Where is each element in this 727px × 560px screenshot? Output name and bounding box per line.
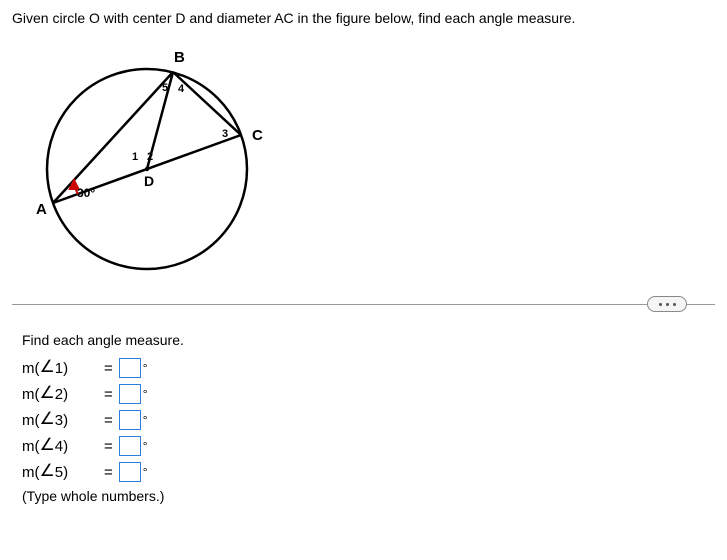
answer-row: m(∠4) = °	[22, 436, 715, 456]
angle-2-input[interactable]	[119, 384, 141, 404]
label-ang5: 5	[162, 82, 168, 94]
answer-label-1: m(∠1)	[22, 358, 102, 378]
label-ang1: 1	[132, 151, 138, 163]
label-30deg: 30°	[77, 186, 95, 200]
label-A: A	[36, 201, 47, 218]
answer-label-3: m(∠3)	[22, 410, 102, 430]
angle-3-input[interactable]	[119, 410, 141, 430]
divider-row	[12, 294, 715, 314]
label-C: C	[252, 127, 263, 144]
answer-label-5: m(∠5)	[22, 462, 102, 482]
label-ang2: 2	[147, 151, 153, 163]
divider	[12, 304, 715, 305]
label-D: D	[144, 173, 154, 189]
answer-label-2: m(∠2)	[22, 384, 102, 404]
answer-label-4: m(∠4)	[22, 436, 102, 456]
answer-row: m(∠3) = °	[22, 410, 715, 430]
angle-1-input[interactable]	[119, 358, 141, 378]
angle-5-input[interactable]	[119, 462, 141, 482]
answers-heading: Find each angle measure.	[22, 332, 715, 348]
answers-section: Find each angle measure. m(∠1) = ° m(∠2)…	[22, 332, 715, 504]
answer-row: m(∠1) = °	[22, 358, 715, 378]
label-B: B	[174, 49, 185, 66]
angle-4-input[interactable]	[119, 436, 141, 456]
figure: A B C D 30° 1 2 3 4 5	[22, 34, 282, 284]
label-ang3: 3	[222, 128, 228, 140]
answer-row: m(∠2) = °	[22, 384, 715, 404]
answer-row: m(∠5) = °	[22, 462, 715, 482]
more-button[interactable]	[647, 296, 687, 312]
label-ang4: 4	[178, 83, 185, 95]
hint-text: (Type whole numbers.)	[22, 488, 715, 504]
problem-prompt: Given circle O with center D and diamete…	[12, 10, 715, 26]
